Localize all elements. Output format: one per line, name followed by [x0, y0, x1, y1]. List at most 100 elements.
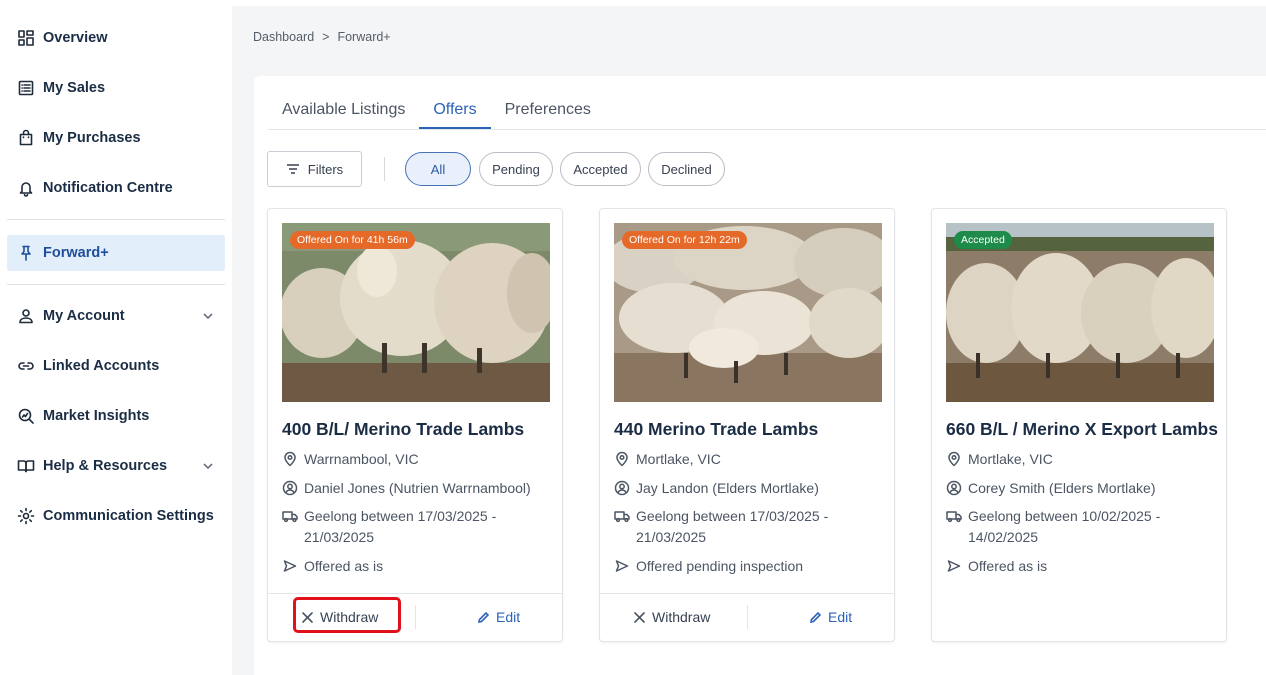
listing-terms: Offered as is [946, 556, 1216, 577]
sidebar-item-communication-settings[interactable]: Communication Settings [7, 498, 225, 534]
edit-label: Edit [828, 609, 853, 625]
person-circle-icon [946, 480, 962, 496]
listing-title[interactable]: 660 B/L / Merino X Export Lambs [946, 419, 1218, 440]
gear-icon [17, 507, 35, 525]
sidebar-item-help-resources[interactable]: Help & Resources [7, 448, 225, 484]
list-icon [17, 79, 35, 97]
tab-bar: Available Listings Offers Preferences [268, 98, 605, 130]
agent-text: Jay Landon (Elders Mortlake) [636, 480, 819, 496]
listing-delivery: Geelong between 10/02/2025 - 14/02/2025 [946, 506, 1216, 548]
person-circle-icon [282, 480, 298, 496]
truck-icon [282, 508, 298, 524]
book-icon [17, 457, 35, 475]
sidebar-item-label: Linked Accounts [43, 358, 160, 374]
chip-declined[interactable]: Declined [648, 152, 725, 186]
tabs-underline [268, 129, 1266, 130]
sidebar-divider [7, 284, 225, 285]
listing-photo: Accepted [946, 223, 1214, 402]
close-icon [634, 611, 645, 623]
sidebar-item-market-insights[interactable]: Market Insights [7, 398, 225, 434]
sidebar-item-overview[interactable]: Overview [7, 20, 225, 56]
location-text: Warrnambool, VIC [304, 451, 419, 467]
listing-agent: Jay Landon (Elders Mortlake) [614, 478, 884, 499]
listing-terms: Offered as is [282, 556, 552, 577]
tab-offers[interactable]: Offers [419, 98, 491, 130]
filter-icon [286, 164, 299, 174]
truck-icon [614, 508, 630, 524]
listing-photo: Offered On for 12h 22m [614, 223, 882, 402]
location-text: Mortlake, VIC [968, 451, 1053, 467]
card-footer-divider [600, 593, 894, 594]
tab-preferences[interactable]: Preferences [491, 98, 605, 130]
listing-photo: Offered On for 41h 56m [282, 223, 550, 402]
pin-icon [17, 244, 35, 262]
top-bar [232, 0, 1266, 6]
chevron-down-icon[interactable] [201, 459, 215, 473]
chevron-down-icon[interactable] [201, 309, 215, 323]
sidebar-item-notification-centre[interactable]: Notification Centre [7, 170, 225, 206]
card-footer-divider [268, 593, 562, 594]
offer-card: Offered On for 12h 22m 440 Merino Trade … [599, 208, 895, 642]
sidebar-item-forward-plus[interactable]: Forward+ [7, 235, 225, 271]
tab-available-listings[interactable]: Available Listings [268, 98, 419, 130]
filters-label: Filters [307, 161, 344, 177]
sidebar-item-label: Notification Centre [43, 180, 173, 196]
bag-icon [17, 129, 35, 147]
sidebar-item-label: Help & Resources [43, 458, 168, 474]
agent-text: Corey Smith (Elders Mortlake) [968, 480, 1156, 496]
terms-text: Offered as is [968, 558, 1048, 574]
listing-title[interactable]: 440 Merino Trade Lambs [614, 419, 818, 440]
delivery-line2: 21/03/2025 [636, 529, 707, 545]
withdraw-button[interactable]: Withdraw [633, 601, 710, 633]
location-pin-icon [282, 451, 298, 467]
listing-title[interactable]: 400 B/L/ Merino Trade Lambs [282, 419, 524, 440]
edit-button[interactable]: Edit [809, 601, 852, 633]
listing-location: Mortlake, VIC [614, 449, 884, 470]
filters-button[interactable]: Filters [267, 151, 362, 187]
breadcrumb-separator: > [322, 30, 330, 44]
grid-icon [17, 29, 35, 47]
sidebar-item-label: Communication Settings [43, 508, 214, 524]
withdraw-highlight-box [293, 597, 401, 633]
sidebar-item-label: Overview [43, 30, 108, 46]
pencil-icon [809, 611, 822, 623]
listing-agent: Daniel Jones (Nutrien Warrnambool) [282, 478, 552, 499]
chip-accepted[interactable]: Accepted [560, 152, 641, 186]
delivery-line1: Geelong between 17/03/2025 - [636, 508, 829, 524]
chip-all[interactable]: All [405, 152, 471, 186]
listing-location: Warrnambool, VIC [282, 449, 552, 470]
listing-terms: Offered pending inspection [614, 556, 884, 577]
edit-button[interactable]: Edit [477, 601, 520, 633]
withdraw-label: Withdraw [652, 609, 711, 625]
breadcrumb-home[interactable]: Dashboard [253, 30, 314, 44]
sidebar-item-label: My Account [43, 308, 125, 324]
location-pin-icon [946, 451, 962, 467]
listing-delivery: Geelong between 17/03/2025 - 21/03/2025 [282, 506, 552, 548]
pencil-icon [477, 611, 490, 623]
sidebar-divider [7, 219, 225, 220]
status-badge: Offered On for 41h 56m [290, 231, 415, 249]
listing-location: Mortlake, VIC [946, 449, 1216, 470]
status-badge: Accepted [954, 231, 1012, 249]
sidebar-item-my-purchases[interactable]: My Purchases [7, 120, 225, 156]
location-text: Mortlake, VIC [636, 451, 721, 467]
breadcrumb: Dashboard > Forward+ [253, 30, 391, 44]
listing-delivery: Geelong between 17/03/2025 - 21/03/2025 [614, 506, 884, 548]
delivery-line1: Geelong between 17/03/2025 - [304, 508, 497, 524]
sidebar-item-my-account[interactable]: My Account [7, 298, 225, 334]
send-icon [946, 558, 962, 574]
link-icon [17, 357, 35, 375]
delivery-line2: 14/02/2025 [968, 529, 1039, 545]
agent-text: Daniel Jones (Nutrien Warrnambool) [304, 480, 531, 496]
chip-pending[interactable]: Pending [479, 152, 553, 186]
location-pin-icon [614, 451, 630, 467]
sidebar-item-label: My Sales [43, 80, 106, 96]
card-footer-separator [415, 605, 416, 629]
sidebar-item-label: My Purchases [43, 130, 141, 146]
terms-text: Offered as is [304, 558, 384, 574]
edit-label: Edit [496, 609, 521, 625]
sidebar-item-my-sales[interactable]: My Sales [7, 70, 225, 106]
truck-icon [946, 508, 962, 524]
user-icon [17, 307, 35, 325]
sidebar-item-linked-accounts[interactable]: Linked Accounts [7, 348, 225, 384]
